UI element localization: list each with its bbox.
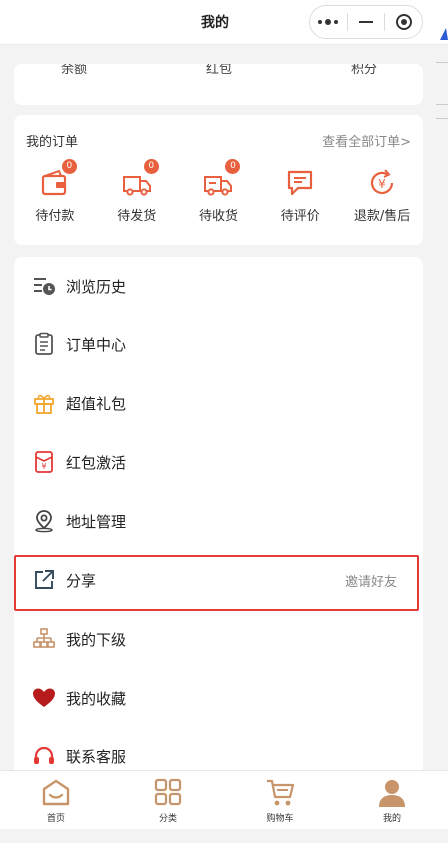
tab-home[interactable]: 首页	[0, 771, 112, 829]
order-label: 待发货	[117, 209, 157, 224]
location-pin-icon	[32, 509, 56, 533]
menu-item-history[interactable]: 浏览历史	[14, 257, 423, 315]
tab-mine[interactable]: 我的	[336, 771, 448, 829]
gift-icon	[32, 391, 56, 415]
menu-item-subordinates[interactable]: 我的下级	[14, 610, 423, 668]
order-badge: 0	[61, 159, 77, 174]
order-pending-payment[interactable]: 0 待付款	[14, 159, 96, 227]
tab-label: 分类	[158, 814, 177, 824]
assets-summary-card: 余额 红包 积分	[14, 64, 423, 105]
order-badge: 0	[143, 159, 159, 174]
bottom-tab-bar: 首页 分类 购物车 我的	[0, 770, 448, 829]
headset-icon	[32, 744, 56, 768]
target-close-icon	[395, 14, 412, 30]
top-nav-bar: 我的	[0, 0, 448, 45]
menu-item-address[interactable]: 地址管理	[14, 492, 423, 550]
mini-program-capsule	[309, 5, 423, 39]
service-menu-card: 浏览历史 订单中心 超值礼包 ¥ 红包激活 地址管理 分享 邀请好友 我的下级 …	[14, 257, 423, 777]
orders-header: 我的订单 查看全部订单>	[26, 131, 411, 151]
order-status-row: 0 待付款 0 待发货 0 待收货 待评价 ¥ 退款/售后	[14, 159, 423, 227]
close-button[interactable]	[385, 6, 422, 38]
order-label: 待收货	[198, 209, 238, 224]
stat-points[interactable]: 积分	[304, 64, 423, 77]
order-refund[interactable]: ¥ 退款/售后	[341, 167, 423, 227]
menu-item-label: 我的下级	[66, 630, 127, 649]
my-orders-card: 我的订单 查看全部订单> 0 待付款 0 待发货 0 待收货 待评价 ¥ 退款/…	[14, 115, 423, 245]
user-icon	[375, 777, 409, 809]
order-badge: 0	[225, 159, 241, 174]
tab-cart[interactable]: 购物车	[224, 771, 336, 829]
comment-icon	[284, 167, 316, 199]
menu-item-gift-pack[interactable]: 超值礼包	[14, 374, 423, 432]
view-all-orders-link[interactable]: 查看全部订单>	[322, 131, 411, 150]
menu-item-label: 红包激活	[66, 453, 127, 472]
svg-text:¥: ¥	[41, 462, 46, 471]
stat-balance[interactable]: 余额	[14, 64, 134, 77]
menu-item-label: 地址管理	[66, 512, 127, 531]
wallet-icon: 0	[39, 159, 77, 199]
tab-category[interactable]: 分类	[112, 771, 224, 829]
clipboard-icon	[32, 332, 56, 356]
svg-text:¥: ¥	[378, 177, 386, 191]
menu-item-label: 浏览历史	[66, 277, 127, 296]
stat-red-packet[interactable]: 红包	[159, 64, 279, 77]
edge-artifact	[436, 28, 448, 119]
minimize-icon	[359, 21, 373, 23]
order-label: 待评价	[280, 209, 320, 224]
history-icon	[32, 274, 56, 298]
menu-item-red-envelope[interactable]: ¥ 红包激活	[14, 433, 423, 491]
tab-label: 我的	[382, 814, 401, 824]
heart-icon	[32, 686, 56, 710]
org-chart-icon	[32, 627, 56, 651]
orders-title: 我的订单	[26, 135, 79, 150]
order-label: 退款/售后	[353, 209, 411, 224]
order-pending-review[interactable]: 待评价	[259, 167, 341, 227]
more-button[interactable]	[310, 6, 347, 38]
share-highlight-box	[14, 555, 419, 611]
category-grid-icon	[151, 777, 185, 809]
menu-item-label: 联系客服	[66, 747, 127, 766]
more-dots-icon	[318, 19, 339, 25]
menu-item-order-center[interactable]: 订单中心	[14, 315, 423, 373]
cart-icon	[263, 777, 297, 809]
menu-item-label: 我的收藏	[66, 689, 127, 708]
red-envelope-icon: ¥	[32, 450, 56, 474]
order-pending-receipt[interactable]: 0 待收货	[178, 159, 260, 227]
minimize-button[interactable]	[348, 6, 385, 38]
menu-item-label: 订单中心	[66, 335, 127, 354]
menu-item-favorites[interactable]: 我的收藏	[14, 669, 423, 727]
tab-label: 首页	[46, 814, 65, 824]
order-label: 待付款	[35, 209, 75, 224]
truck-icon: 0	[121, 159, 159, 199]
order-pending-shipment[interactable]: 0 待发货	[96, 159, 178, 227]
delivery-truck-icon: 0	[202, 159, 241, 199]
refund-icon: ¥	[366, 167, 398, 199]
tab-label: 购物车	[266, 814, 294, 824]
home-icon	[39, 777, 73, 809]
menu-item-label: 超值礼包	[66, 394, 127, 413]
